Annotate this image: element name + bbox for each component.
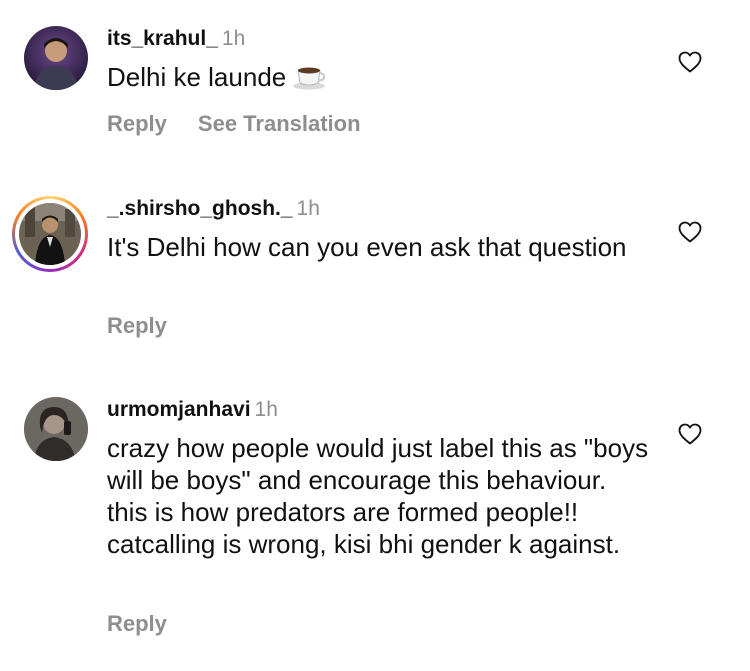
- comment-body: It's Delhi how can you even ask that que…: [107, 232, 627, 262]
- comment-meta: its_krahul_ 1h: [107, 26, 245, 52]
- username[interactable]: _.shirsho_ghosh._: [107, 197, 293, 220]
- heart-outline-icon[interactable]: [678, 221, 702, 243]
- username[interactable]: urmomjanhavi: [107, 398, 251, 421]
- timestamp: 1h: [221, 27, 246, 50]
- coffee-cup-icon: [292, 62, 326, 97]
- timestamp: 1h: [296, 197, 320, 220]
- comment-meta: _.shirsho_ghosh._ 1h: [107, 196, 320, 222]
- avatar[interactable]: [24, 26, 88, 90]
- comment-actions: Reply: [107, 313, 167, 339]
- reply-button[interactable]: Reply: [107, 611, 167, 636]
- heart-outline-icon[interactable]: [678, 51, 702, 73]
- comment-text: Delhi ke launde: [107, 61, 667, 97]
- timestamp: 1h: [254, 398, 278, 421]
- comment-item: urmomjanhavi 1h crazy how people would ju…: [0, 370, 750, 671]
- comment-body: Delhi ke launde: [107, 62, 287, 92]
- comment-body: crazy how people would just label this a…: [107, 433, 649, 559]
- comment-item: _.shirsho_ghosh._ 1h It's Delhi how can y…: [0, 170, 750, 370]
- reply-button[interactable]: Reply: [107, 111, 167, 136]
- username[interactable]: its_krahul_: [107, 27, 218, 50]
- see-translation-button[interactable]: See Translation: [198, 111, 361, 136]
- comment-actions: Reply See Translation: [107, 111, 361, 137]
- avatar-story-ring[interactable]: [12, 196, 88, 272]
- comment-text: crazy how people would just label this a…: [107, 432, 652, 560]
- comment-actions: Reply: [107, 611, 167, 637]
- comment-item: its_krahul_ 1h Delhi ke launde Reply See T…: [0, 0, 750, 170]
- comment-text: It's Delhi how can you even ask that que…: [107, 231, 627, 263]
- avatar[interactable]: [24, 397, 88, 461]
- heart-outline-icon[interactable]: [678, 423, 702, 445]
- avatar[interactable]: [19, 203, 81, 265]
- reply-button[interactable]: Reply: [107, 313, 167, 338]
- comment-meta: urmomjanhavi 1h: [107, 397, 278, 423]
